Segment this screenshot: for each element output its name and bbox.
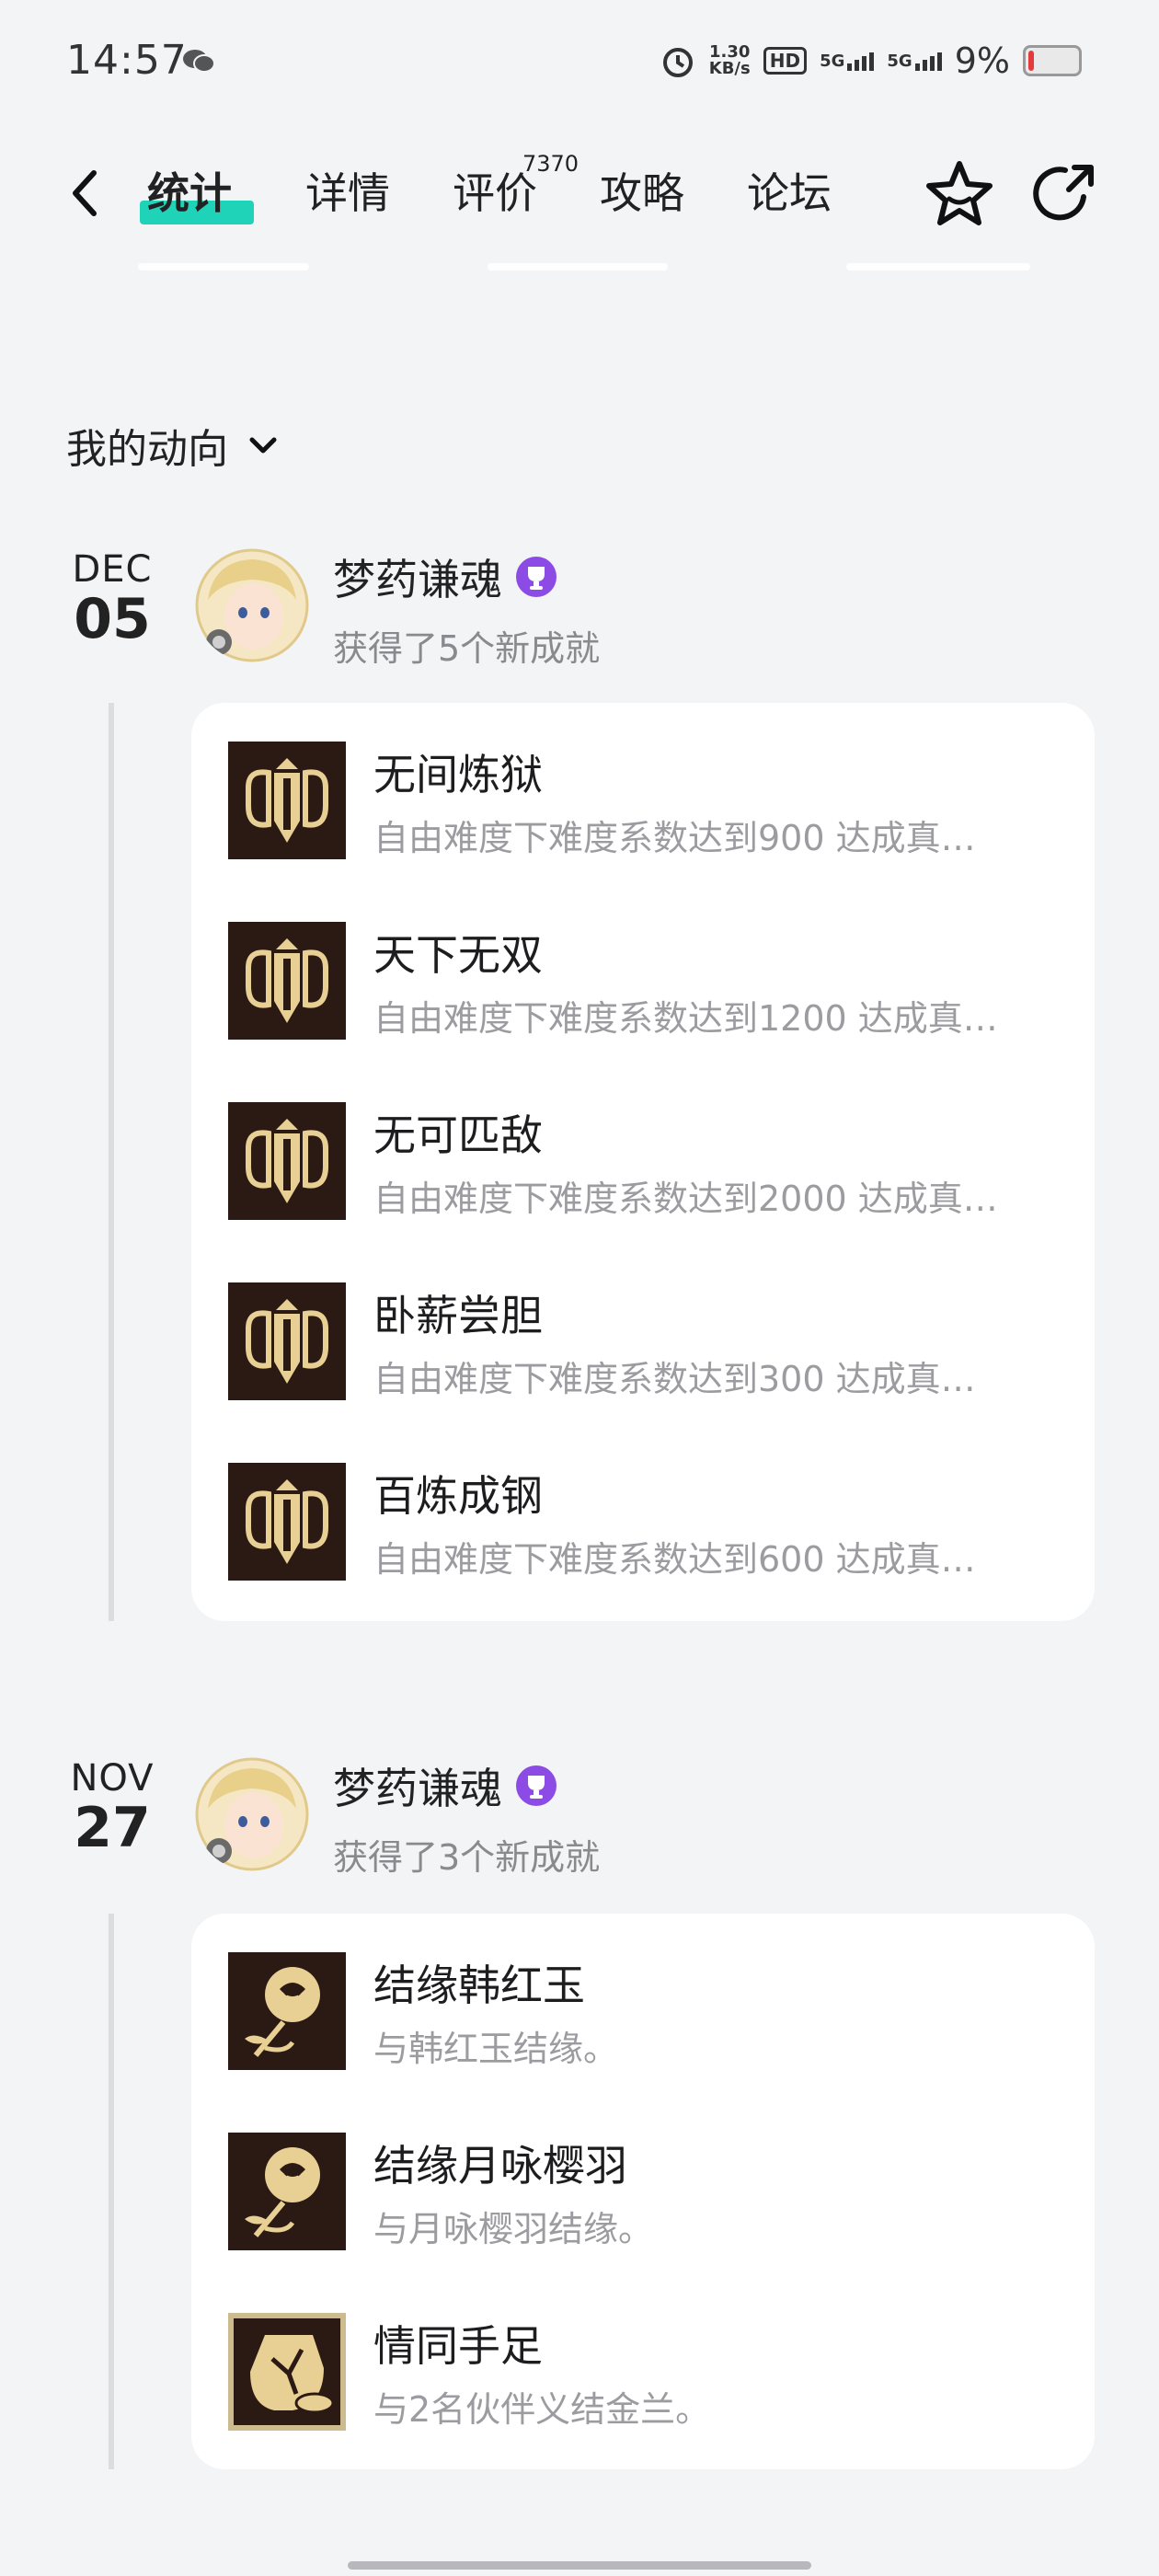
wine-jar-emblem-icon — [228, 2313, 346, 2431]
achievement-name: 无可匹敌 — [373, 1110, 543, 1160]
activity-filter[interactable]: 我的动向 — [66, 416, 281, 475]
achievement-name: 卧薪尝胆 — [373, 1291, 543, 1340]
star-icon[interactable] — [924, 158, 995, 230]
activity-summary: 获得了3个新成就 — [333, 1837, 601, 1878]
achievement-emblem-icon — [228, 1282, 346, 1400]
achievement-name: 无间炼狱 — [373, 750, 543, 799]
rose-emblem-icon — [228, 2133, 346, 2250]
nav-divider — [846, 263, 1030, 270]
achievement-desc: 自由难度下难度系数达到2000 达成真… — [373, 1179, 998, 1219]
achievement-desc: 自由难度下难度系数达到900 达成真… — [373, 818, 976, 858]
achievement-name: 结缘韩红玉 — [373, 1961, 585, 2010]
tab-stats[interactable]: 统计 — [147, 166, 232, 221]
achievement-card: 结缘韩红玉 与韩红玉结缘。 结缘月咏樱羽 与月咏樱羽结缘。 情同手足 与2名伙伴… — [191, 1914, 1095, 2469]
trophy-badge-icon — [516, 557, 557, 597]
timeline-line — [109, 703, 114, 1621]
achievement-card: 无间炼狱 自由难度下难度系数达到900 达成真… 天下无双 自由难度下难度系数达… — [191, 703, 1095, 1621]
signal-2: 5G — [887, 52, 942, 71]
achievement-emblem-icon — [228, 1102, 346, 1220]
trophy-badge-icon — [516, 1765, 557, 1806]
achievement-item[interactable]: 结缘韩红玉 与韩红玉结缘。 — [228, 1952, 1074, 2072]
net-speed: 1.30 KB/s — [708, 42, 751, 78]
date-label: NOV 27 — [70, 1757, 155, 1860]
nav-divider — [138, 263, 309, 270]
username[interactable]: 梦药谦魂 — [333, 546, 557, 607]
signal-1: 5G — [820, 52, 875, 71]
back-arrow-icon[interactable] — [63, 166, 109, 221]
achievement-item[interactable]: 卧薪尝胆 自由难度下难度系数达到300 达成真… — [228, 1282, 1074, 1402]
username[interactable]: 梦药谦魂 — [333, 1755, 557, 1816]
status-time: 14:57 — [66, 37, 188, 84]
wechat-icon — [183, 50, 215, 73]
hd-badge: HD — [763, 47, 808, 75]
share-icon[interactable] — [1028, 158, 1100, 230]
achievement-item[interactable]: 无间炼狱 自由难度下难度系数达到900 达成真… — [228, 742, 1074, 861]
section-title: 我的动向 — [66, 426, 228, 473]
rose-emblem-icon — [228, 1952, 346, 2070]
achievement-desc: 与韩红玉结缘。 — [373, 2029, 619, 2069]
achievement-item[interactable]: 百炼成钢 自由难度下难度系数达到600 达成真… — [228, 1463, 1074, 1582]
timeline-line — [109, 1914, 114, 2469]
tab-forum[interactable]: 论坛 — [747, 166, 832, 221]
date-label: DEC 05 — [72, 548, 153, 651]
battery-icon — [1023, 45, 1082, 76]
achievement-desc: 自由难度下难度系数达到600 达成真… — [373, 1539, 976, 1580]
activity-summary: 获得了5个新成就 — [333, 628, 601, 669]
status-bar: 14:57 1.30 KB/s HD 5G 5G 9% — [0, 0, 1159, 120]
achievement-name: 百炼成钢 — [373, 1471, 543, 1521]
achievement-emblem-icon — [228, 742, 346, 859]
nav-divider — [488, 263, 668, 270]
achievement-desc: 自由难度下难度系数达到1200 达成真… — [373, 998, 998, 1039]
top-nav: 统计 详情 评价 7370 攻略 论坛 — [0, 147, 1159, 276]
achievement-item[interactable]: 结缘月咏樱羽 与月咏樱羽结缘。 — [228, 2133, 1074, 2252]
achievement-item[interactable]: 情同手足 与2名伙伴义结金兰。 — [228, 2313, 1074, 2432]
achievement-item[interactable]: 天下无双 自由难度下难度系数达到1200 达成真… — [228, 922, 1074, 1041]
battery-percent: 9% — [954, 40, 1010, 81]
achievement-name: 情同手足 — [373, 2321, 543, 2371]
achievement-desc: 与月咏樱羽结缘。 — [373, 2209, 654, 2249]
tab-guides[interactable]: 攻略 — [600, 166, 684, 221]
review-count: 7370 — [522, 151, 580, 177]
achievement-name: 天下无双 — [373, 930, 543, 980]
achievement-name: 结缘月咏樱羽 — [373, 2141, 627, 2191]
user-avatar[interactable] — [195, 1757, 309, 1871]
achievement-item[interactable]: 无可匹敌 自由难度下难度系数达到2000 达成真… — [228, 1102, 1074, 1222]
achievement-emblem-icon — [228, 922, 346, 1040]
achievement-desc: 与2名伙伴义结金兰。 — [373, 2389, 711, 2430]
achievement-desc: 自由难度下难度系数达到300 达成真… — [373, 1359, 976, 1399]
alarm-icon — [662, 48, 693, 77]
user-avatar[interactable] — [195, 548, 309, 662]
tab-details[interactable]: 详情 — [305, 166, 390, 221]
chevron-down-icon — [249, 437, 277, 454]
home-indicator[interactable] — [348, 2561, 811, 2570]
achievement-emblem-icon — [228, 1463, 346, 1581]
